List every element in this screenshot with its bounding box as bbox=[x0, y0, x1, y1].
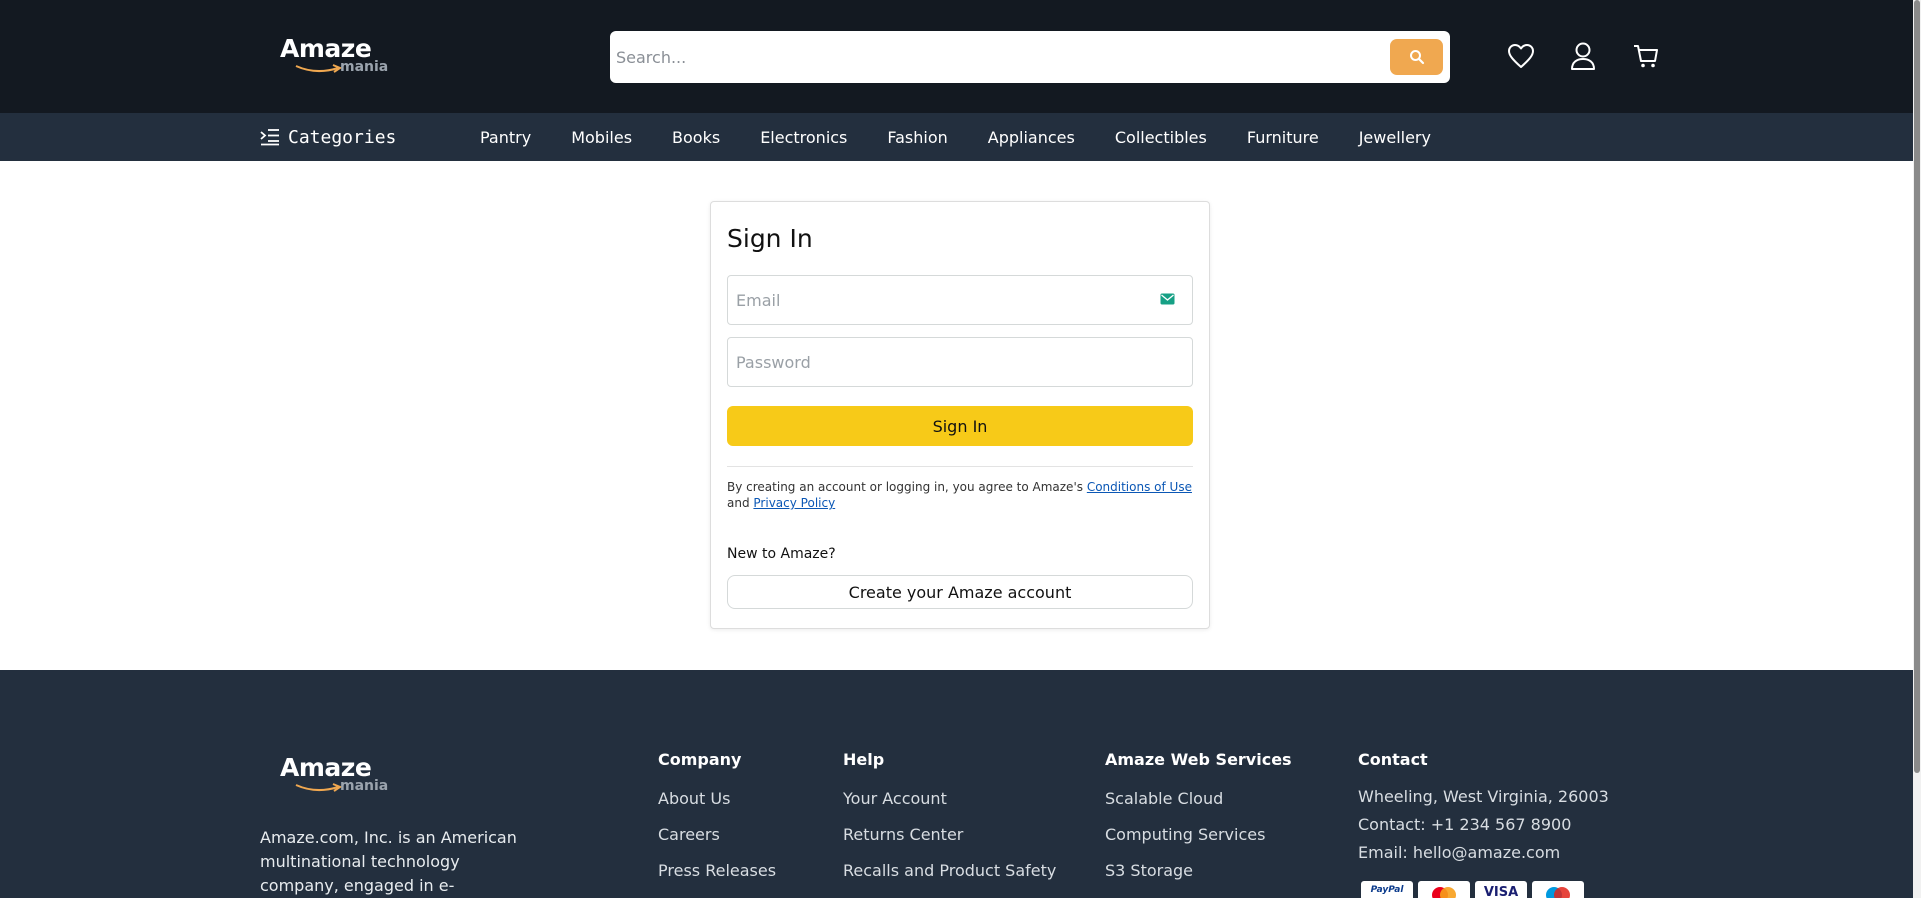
divider bbox=[727, 466, 1193, 467]
logo-smile-icon bbox=[295, 64, 343, 73]
footer-column-company: Company About Us Careers Press Releases bbox=[658, 750, 776, 897]
nav-link-furniture[interactable]: Furniture bbox=[1247, 128, 1319, 147]
nav-link-mobiles[interactable]: Mobiles bbox=[571, 128, 632, 147]
footer-column-help: Help Your Account Returns Center Recalls… bbox=[843, 750, 1056, 897]
maestro-card-icon bbox=[1532, 881, 1584, 898]
visa-label: VISA bbox=[1483, 885, 1519, 898]
wishlist-button[interactable] bbox=[1505, 40, 1537, 72]
terms-and: and bbox=[727, 496, 750, 510]
nav-link-electronics[interactable]: Electronics bbox=[760, 128, 847, 147]
search-button[interactable] bbox=[1390, 39, 1443, 75]
scrollbar-thumb[interactable] bbox=[1914, 0, 1920, 773]
signin-card: Sign In Sign In By creating an account o… bbox=[710, 201, 1210, 629]
terms-prefix: By creating an account or logging in, yo… bbox=[727, 480, 1083, 494]
cart-icon bbox=[1634, 45, 1658, 68]
contact-email: Email: hello@amaze.com bbox=[1358, 843, 1561, 862]
footer-link-computing-services[interactable]: Computing Services bbox=[1105, 825, 1292, 861]
maestro-logo-icon bbox=[1546, 887, 1570, 898]
footer-heading-contact: Contact bbox=[1358, 750, 1428, 769]
mastercard-card-icon bbox=[1418, 881, 1470, 898]
footer-heading-company: Company bbox=[658, 750, 742, 769]
footer-link-scalable-cloud[interactable]: Scalable Cloud bbox=[1105, 789, 1292, 825]
contact-phone: Contact: +1 234 567 8900 bbox=[1358, 815, 1572, 834]
top-header: Amaze mania bbox=[0, 0, 1921, 113]
account-button[interactable] bbox=[1567, 40, 1599, 72]
footer: Amaze mania Amaze.com, Inc. is an Americ… bbox=[0, 670, 1913, 898]
new-to-label: New to Amaze? bbox=[727, 546, 836, 562]
search-bar bbox=[610, 31, 1450, 83]
mastercard-logo-icon bbox=[1432, 887, 1456, 898]
category-nav: Categories Pantry Mobiles Books Electron… bbox=[0, 113, 1921, 161]
nav-links: Pantry Mobiles Books Electronics Fashion… bbox=[480, 113, 1471, 161]
cart-button[interactable] bbox=[1630, 40, 1662, 72]
categories-label: Categories bbox=[288, 126, 397, 148]
mail-icon bbox=[1160, 293, 1175, 305]
nav-link-appliances[interactable]: Appliances bbox=[988, 128, 1075, 147]
categories-menu-button[interactable]: Categories bbox=[260, 113, 396, 161]
password-input[interactable] bbox=[736, 346, 1136, 378]
footer-column-web-services: Amaze Web Services Scalable Cloud Comput… bbox=[1105, 750, 1292, 897]
nav-link-books[interactable]: Books bbox=[672, 128, 720, 147]
footer-link-about-us[interactable]: About Us bbox=[658, 789, 776, 825]
nav-link-fashion[interactable]: Fashion bbox=[887, 128, 947, 147]
nav-link-jewellery[interactable]: Jewellery bbox=[1359, 128, 1431, 147]
search-input[interactable] bbox=[616, 39, 1376, 75]
create-account-button[interactable]: Create your Amaze account bbox=[727, 575, 1193, 609]
footer-link-returns-center[interactable]: Returns Center bbox=[843, 825, 1056, 861]
footer-link-recalls[interactable]: Recalls and Product Safety bbox=[843, 861, 1056, 897]
signin-button[interactable]: Sign In bbox=[727, 406, 1193, 446]
nav-link-pantry[interactable]: Pantry bbox=[480, 128, 531, 147]
search-icon bbox=[1409, 50, 1424, 65]
signin-title: Sign In bbox=[727, 224, 813, 253]
email-field bbox=[727, 275, 1193, 325]
page-scrollbar[interactable] bbox=[1913, 0, 1921, 898]
email-input[interactable] bbox=[736, 284, 1136, 316]
footer-logo-smile-icon bbox=[295, 783, 343, 792]
paypal-card-icon: PayPal bbox=[1361, 881, 1413, 898]
user-icon bbox=[1571, 42, 1595, 70]
company-description: Amaze.com, Inc. is an American multinati… bbox=[260, 828, 517, 895]
heart-icon bbox=[1508, 44, 1534, 68]
footer-heading-web-services: Amaze Web Services bbox=[1105, 750, 1292, 769]
payment-methods: PayPal VISA bbox=[1361, 881, 1584, 898]
terms-text: By creating an account or logging in, yo… bbox=[727, 479, 1197, 511]
visa-card-icon: VISA bbox=[1475, 881, 1527, 898]
privacy-policy-link[interactable]: Privacy Policy bbox=[753, 496, 835, 510]
menu-indent-icon bbox=[260, 129, 279, 146]
nav-link-collectibles[interactable]: Collectibles bbox=[1115, 128, 1207, 147]
password-field bbox=[727, 337, 1193, 387]
logo-sub: mania bbox=[340, 59, 389, 75]
footer-link-press-releases[interactable]: Press Releases bbox=[658, 861, 776, 897]
contact-address: Wheeling, West Virginia, 26003 bbox=[1358, 787, 1609, 806]
footer-logo-sub: mania bbox=[340, 778, 389, 794]
conditions-of-use-link[interactable]: Conditions of Use bbox=[1087, 480, 1192, 494]
paypal-label: PayPal bbox=[1370, 885, 1404, 895]
footer-link-your-account[interactable]: Your Account bbox=[843, 789, 1056, 825]
footer-link-careers[interactable]: Careers bbox=[658, 825, 776, 861]
footer-contact: Contact Wheeling, West Virginia, 26003 C… bbox=[1358, 750, 1609, 871]
footer-heading-help: Help bbox=[843, 750, 885, 769]
footer-link-s3-storage[interactable]: S3 Storage bbox=[1105, 861, 1292, 897]
